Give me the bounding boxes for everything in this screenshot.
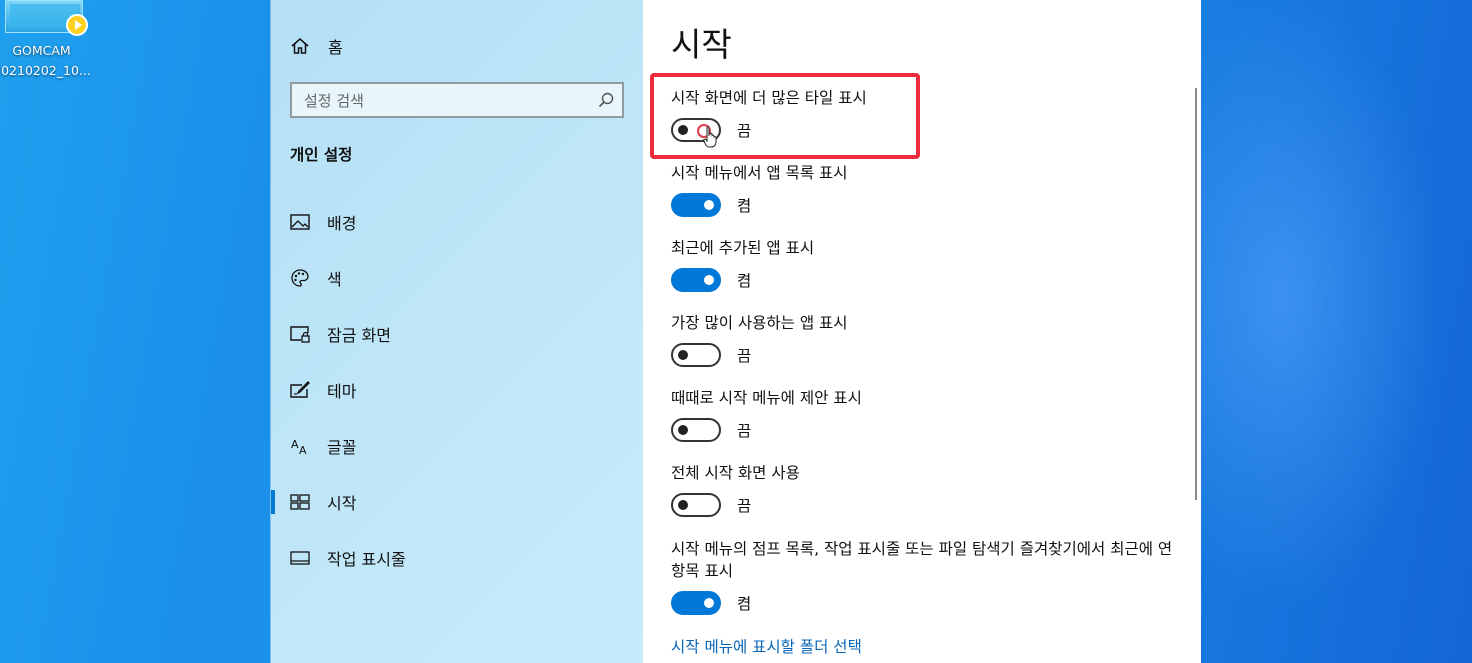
toggle-switch[interactable]	[671, 193, 721, 217]
font-icon: AA	[290, 436, 310, 456]
settings-window: 홈 개인 설정 배경 색 잠금 화면	[270, 0, 1201, 663]
toggle-switch[interactable]	[671, 343, 721, 367]
search-icon[interactable]	[598, 92, 614, 108]
sidebar-item-label: 작업 표시줄	[327, 550, 406, 569]
settings-sidebar: 홈 개인 설정 배경 색 잠금 화면	[270, 0, 643, 663]
setting-recent-items: 시작 메뉴의 점프 목록, 작업 표시줄 또는 파일 탐색기 즐겨찾기에서 최근…	[671, 538, 1176, 615]
sidebar-item-label: 글꼴	[327, 438, 357, 457]
toggle-switch[interactable]	[671, 268, 721, 292]
scrollbar[interactable]	[1195, 88, 1197, 500]
toggle-state: 켬	[737, 197, 752, 215]
toggle-state: 켬	[737, 272, 752, 290]
toggle-state: 끔	[737, 347, 752, 365]
sidebar-item-label: 색	[327, 270, 342, 289]
toggle-state: 끔	[737, 497, 752, 515]
sidebar-item-lock-screen[interactable]: 잠금 화면	[271, 314, 644, 354]
theme-icon	[290, 380, 310, 400]
setting-recently-added: 최근에 추가된 앱 표시 켬	[671, 237, 1191, 292]
sidebar-item-theme[interactable]: 테마	[271, 370, 644, 410]
setting-label: 때때로 시작 메뉴에 제안 표시	[671, 389, 862, 407]
section-title: 개인 설정	[290, 146, 353, 164]
setting-label: 시작 메뉴에서 앱 목록 표시	[671, 164, 848, 182]
sidebar-item-start[interactable]: 시작	[271, 482, 644, 522]
selected-indicator	[271, 490, 275, 514]
highlight-box	[650, 73, 920, 159]
sidebar-item-label: 시작	[327, 494, 357, 513]
setting-full-screen: 전체 시작 화면 사용 끔	[671, 462, 1191, 517]
setting-suggestions: 때때로 시작 메뉴에 제안 표시 끔	[671, 387, 1191, 442]
taskbar-icon	[290, 548, 310, 568]
sidebar-item-label: 테마	[327, 382, 357, 401]
nav-home-label: 홈	[328, 38, 343, 57]
sidebar-item-fonts[interactable]: AA 글꼴	[271, 426, 644, 466]
setting-show-app-list: 시작 메뉴에서 앱 목록 표시 켬	[671, 162, 1191, 217]
lock-screen-icon	[290, 324, 310, 344]
sidebar-item-color[interactable]: 색	[271, 258, 644, 298]
choose-folders-link[interactable]: 시작 메뉴에 표시할 폴더 선택	[671, 635, 862, 657]
setting-label: 전체 시작 화면 사용	[671, 464, 800, 482]
start-icon	[290, 492, 310, 512]
toggle-switch[interactable]	[671, 418, 721, 442]
setting-label: 최근에 추가된 앱 표시	[671, 239, 815, 257]
desktop-background	[1200, 0, 1472, 663]
sidebar-item-taskbar[interactable]: 작업 표시줄	[271, 538, 644, 578]
desktop-icon-filename: 20210202_10...	[0, 63, 91, 78]
sidebar-item-background[interactable]: 배경	[271, 202, 644, 242]
desktop-icon-gomcam[interactable]: GOMCAM 20210202_10...	[0, 0, 95, 80]
toggle-state: 켬	[737, 595, 752, 613]
play-badge-icon	[66, 14, 88, 36]
setting-label: 시작 메뉴의 점프 목록, 작업 표시줄 또는 파일 탐색기 즐겨찾기에서 최근…	[671, 540, 1173, 580]
sidebar-item-label: 배경	[327, 214, 357, 233]
setting-most-used: 가장 많이 사용하는 앱 표시 끔	[671, 312, 1191, 367]
settings-search[interactable]	[290, 82, 624, 118]
nav-home[interactable]: 홈	[290, 34, 343, 58]
palette-icon	[290, 268, 310, 288]
search-input[interactable]	[292, 84, 596, 118]
toggle-state: 끔	[737, 422, 752, 440]
toggle-switch[interactable]	[671, 493, 721, 517]
desktop-icon-label: GOMCAM	[12, 43, 71, 58]
sidebar-item-label: 잠금 화면	[327, 326, 391, 345]
svg-text:A: A	[299, 444, 307, 455]
hand-cursor-icon	[703, 126, 717, 148]
home-icon	[291, 38, 309, 54]
svg-text:A: A	[291, 438, 299, 451]
page-title: 시작	[671, 25, 732, 64]
picture-icon	[290, 212, 310, 232]
setting-label: 가장 많이 사용하는 앱 표시	[671, 314, 848, 332]
toggle-switch[interactable]	[671, 591, 721, 615]
